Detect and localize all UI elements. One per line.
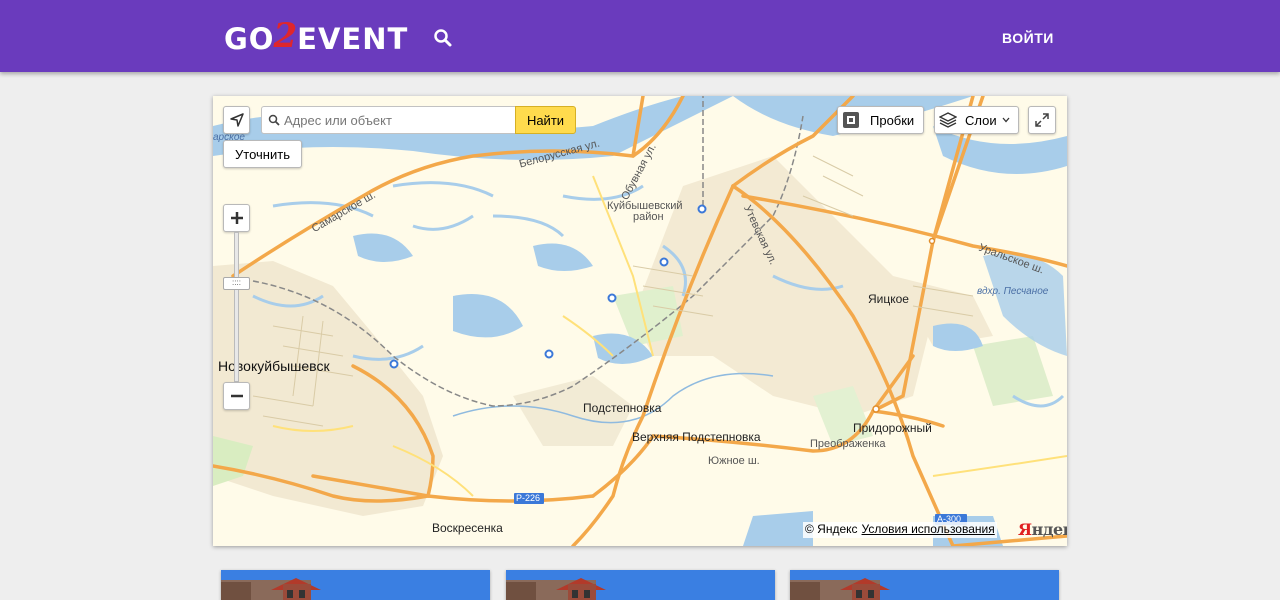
plus-icon [230,212,243,224]
fullscreen-button[interactable] [1028,106,1056,134]
layers-button[interactable]: Слои [934,106,1019,134]
map-label-pridorozhny: Придорожный [853,421,932,435]
location-arrow-icon [229,113,244,127]
yandex-logo-y: Я [1018,520,1032,539]
zoom-in-button[interactable] [223,204,250,232]
yandex-logo[interactable]: Яндекс [1018,520,1067,539]
logo-text-go: GO [224,22,275,56]
logo-text-event: EVENT [297,22,409,56]
copyright-text: © Яндекс [805,522,858,536]
yandex-map[interactable]: Новокуйбышевск Подстепновка Верхняя Подс… [213,96,1067,546]
event-card-thumbnail[interactable] [506,570,775,600]
refine-button[interactable]: Уточнить [223,140,302,168]
map-label-preobrazhenka: Преображенка [810,438,886,450]
geolocation-button[interactable] [223,106,250,134]
yandex-logo-rest: ндекс [1031,520,1067,539]
layers-label: Слои [965,112,997,128]
event-card-thumbnail[interactable] [221,570,490,600]
find-button[interactable]: Найти [515,106,576,134]
layers-icon [939,112,957,128]
map-label-voskresenka: Воскресенка [432,521,503,535]
traffic-icon [843,112,859,128]
search-icon [268,114,280,126]
map-label-reservoir: вдхр. Песчаное [977,286,1049,297]
map-label-yaitskoe: Яицкое [868,292,909,306]
map-label-podstepnovka: Подстепновка [583,401,662,415]
logo-text-2: 2 [273,16,299,56]
event-image [221,570,490,600]
top-navigation-bar: GO2EVENT ВОЙТИ [0,0,1280,72]
expand-icon [1035,113,1049,127]
traffic-button[interactable]: Пробки [837,106,924,134]
event-image [506,570,775,600]
event-image [790,570,1059,600]
terms-of-use-link[interactable]: Условия использования [862,522,995,536]
event-card-thumbnail[interactable] [790,570,1059,600]
map-copyright: © Яндекс Условия использования [803,522,997,538]
map-label-verkhnyaya-podstepnovka: Верхняя Подстепновка [632,430,761,444]
search-icon[interactable] [432,27,454,49]
map-search-box [261,106,517,134]
map-label-district: район [633,211,664,223]
map-label-yuzhnoe: Южное ш. [708,455,760,467]
zoom-out-button[interactable] [223,382,250,410]
road-shield-r226: Р-226 [516,493,541,503]
login-link[interactable]: ВОЙТИ [1002,30,1054,46]
minus-icon [230,394,243,398]
zoom-slider-handle[interactable]: :::: [223,277,250,290]
map-search-input[interactable] [284,112,509,128]
zoom-slider-track[interactable] [234,232,239,382]
chevron-down-icon [1002,117,1010,123]
traffic-label: Пробки [870,112,915,128]
site-logo[interactable]: GO2EVENT [224,19,409,56]
